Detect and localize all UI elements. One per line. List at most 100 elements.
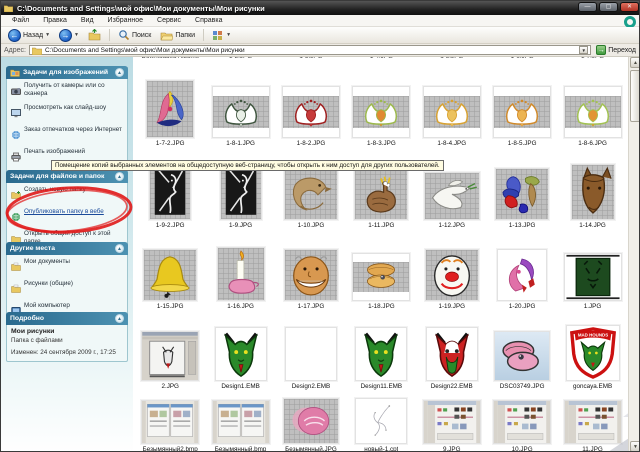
panel-header[interactable]: Другие места ▲	[6, 242, 128, 255]
forward-button[interactable]: → ▼	[56, 28, 82, 43]
panel-header[interactable]: Задачи для файлов и папок ▲	[6, 170, 128, 183]
file-thumbnail[interactable]	[423, 172, 480, 220]
panel-header[interactable]: Задачи для изображений ▲	[6, 66, 128, 79]
file-thumbnail[interactable]	[211, 400, 270, 444]
scrollbar-thumb[interactable]	[630, 70, 639, 122]
menu-item-5[interactable]: Справка	[188, 17, 229, 24]
file-thumbnail[interactable]	[570, 164, 615, 220]
go-button[interactable]: → Переход	[594, 45, 638, 55]
file-cell: 1-8-3.JPG	[346, 67, 416, 147]
file-cell: Design1.EMB	[205, 311, 275, 390]
back-button[interactable]: ← Назад ▼	[5, 28, 53, 43]
panel-header[interactable]: Подробно ▲	[6, 312, 128, 325]
chevron-up-icon[interactable]: ▲	[115, 172, 124, 181]
back-dropdown-icon[interactable]: ▼	[45, 32, 50, 38]
file-label: goncaya.EMB	[572, 383, 613, 390]
file-label: Безымянный.bmp	[214, 446, 267, 452]
file-thumbnail[interactable]	[425, 327, 478, 381]
file-thumbnail[interactable]	[424, 249, 479, 301]
file-thumbnail[interactable]	[216, 247, 265, 301]
maximize-button[interactable]: ▢	[599, 2, 618, 12]
menu-item-2[interactable]: Вид	[74, 17, 101, 24]
address-value: C:\Documents and Settings\мой офис\Мои д…	[44, 46, 245, 54]
file-label: 10.JPG	[511, 446, 533, 452]
file-label: 11.JPG	[582, 446, 603, 452]
clipped-file-label: 1-7.JPG	[557, 57, 627, 62]
file-label: 1-17.JPG	[297, 303, 325, 310]
chevron-up-icon[interactable]: ▲	[115, 244, 124, 253]
file-row: 1-7-2.JPG 1-8-1.JPG 1-8-2.JPG 1-8-3.JPG 1-8-…	[135, 67, 628, 147]
file-thumbnail[interactable]	[493, 86, 552, 138]
file-thumbnail[interactable]	[141, 331, 200, 381]
views-dropdown-icon[interactable]: ▼	[226, 32, 231, 38]
file-thumbnail[interactable]	[354, 168, 409, 220]
search-button[interactable]: Поиск	[115, 28, 154, 42]
file-thumbnail[interactable]	[563, 400, 622, 444]
slideshow-icon	[11, 105, 21, 123]
file-thumbnail[interactable]	[284, 327, 337, 381]
file-thumbnail[interactable]	[495, 168, 550, 220]
file-cell: 1-17.JPG	[276, 230, 346, 310]
folders-button[interactable]: Папки	[157, 29, 198, 42]
task-item[interactable]: Опубликовать папку в вебе	[11, 208, 124, 227]
task-item[interactable]: Мои документы	[11, 258, 124, 277]
file-thumbnail[interactable]	[352, 253, 411, 301]
folder-icon	[11, 281, 21, 299]
address-dropdown-button[interactable]: ▼	[579, 46, 589, 54]
close-button[interactable]: ✕	[620, 2, 639, 12]
file-thumbnail[interactable]	[493, 400, 552, 444]
file-cell: 1-15.JPG	[135, 230, 205, 310]
task-item[interactable]: Заказ отпечатков через Интернет	[11, 126, 124, 145]
file-thumbnail[interactable]: MAD HOUNDS	[565, 325, 620, 381]
menu-item-0[interactable]: Файл	[5, 17, 36, 24]
menu-item-1[interactable]: Правка	[36, 17, 74, 24]
file-thumbnail[interactable]	[563, 86, 622, 138]
scroll-up-arrow[interactable]: ▲	[630, 57, 639, 68]
scroll-down-arrow[interactable]: ▼	[630, 441, 639, 451]
file-thumbnail[interactable]	[283, 249, 338, 301]
forward-dropdown-icon[interactable]: ▼	[74, 32, 79, 38]
file-label: 1.JPG	[583, 303, 602, 310]
file-thumbnail[interactable]	[494, 331, 551, 381]
title-bar[interactable]: C:\Documents and Settings\мой офис\Мои д…	[1, 1, 639, 15]
vertical-scrollbar[interactable]: ▲ ▼	[628, 57, 639, 451]
file-label: 1-8-6.JPG	[578, 140, 607, 147]
file-thumbnail[interactable]	[143, 249, 198, 301]
chevron-up-icon[interactable]: ▲	[115, 68, 124, 77]
file-thumbnail[interactable]	[355, 398, 408, 444]
file-thumbnail[interactable]	[146, 80, 195, 138]
menu-item-3[interactable]: Избранное	[101, 17, 150, 24]
chevron-up-icon[interactable]: ▲	[115, 314, 124, 323]
file-thumbnail[interactable]	[283, 168, 338, 220]
address-input[interactable]: C:\Documents and Settings\мой офис\Мои д…	[28, 45, 592, 55]
file-thumbnail[interactable]	[497, 249, 548, 301]
file-thumbnail[interactable]	[355, 327, 408, 381]
clipped-file-label: 1-4.JPG	[346, 57, 416, 62]
file-cell: Безымянный.bmp	[205, 391, 275, 452]
task-item[interactable]: Рисунки (общие)	[11, 280, 124, 299]
menu-item-4[interactable]: Сервис	[150, 17, 188, 24]
up-button[interactable]	[85, 28, 104, 42]
file-thumbnail[interactable]	[141, 400, 200, 444]
file-thumbnail[interactable]	[422, 400, 481, 444]
file-thumbnail[interactable]	[211, 86, 270, 138]
file-label: 1-15.JPG	[156, 303, 184, 310]
file-thumbnail[interactable]	[214, 327, 267, 381]
file-thumbnail[interactable]	[282, 398, 339, 444]
minimize-button[interactable]: —	[578, 2, 597, 12]
task-item[interactable]: Получить от камеры или со сканера	[11, 82, 124, 101]
file-thumbnail[interactable]	[281, 86, 340, 138]
tooltip: Помещение копий выбранных элементов на о…	[51, 160, 444, 171]
file-thumbnail[interactable]	[422, 86, 481, 138]
file-cell: Design11.EMB	[346, 311, 416, 390]
file-thumbnail[interactable]	[352, 86, 411, 138]
file-row: Безымянный2.bmp Безымянный.bmp Безымянный.…	[135, 391, 628, 452]
task-item[interactable]: Просмотреть как слайд-шоу	[11, 104, 124, 123]
file-label: 1-9.JPG	[229, 222, 253, 229]
file-cell: 1-19.JPG	[417, 230, 487, 310]
pictures-folder-icon	[10, 68, 20, 77]
file-label: DSC03749.JPG	[499, 383, 545, 390]
file-thumbnail[interactable]	[563, 253, 622, 301]
task-item[interactable]: Создать новую папку	[11, 186, 124, 205]
views-button[interactable]: ▼	[209, 29, 234, 42]
